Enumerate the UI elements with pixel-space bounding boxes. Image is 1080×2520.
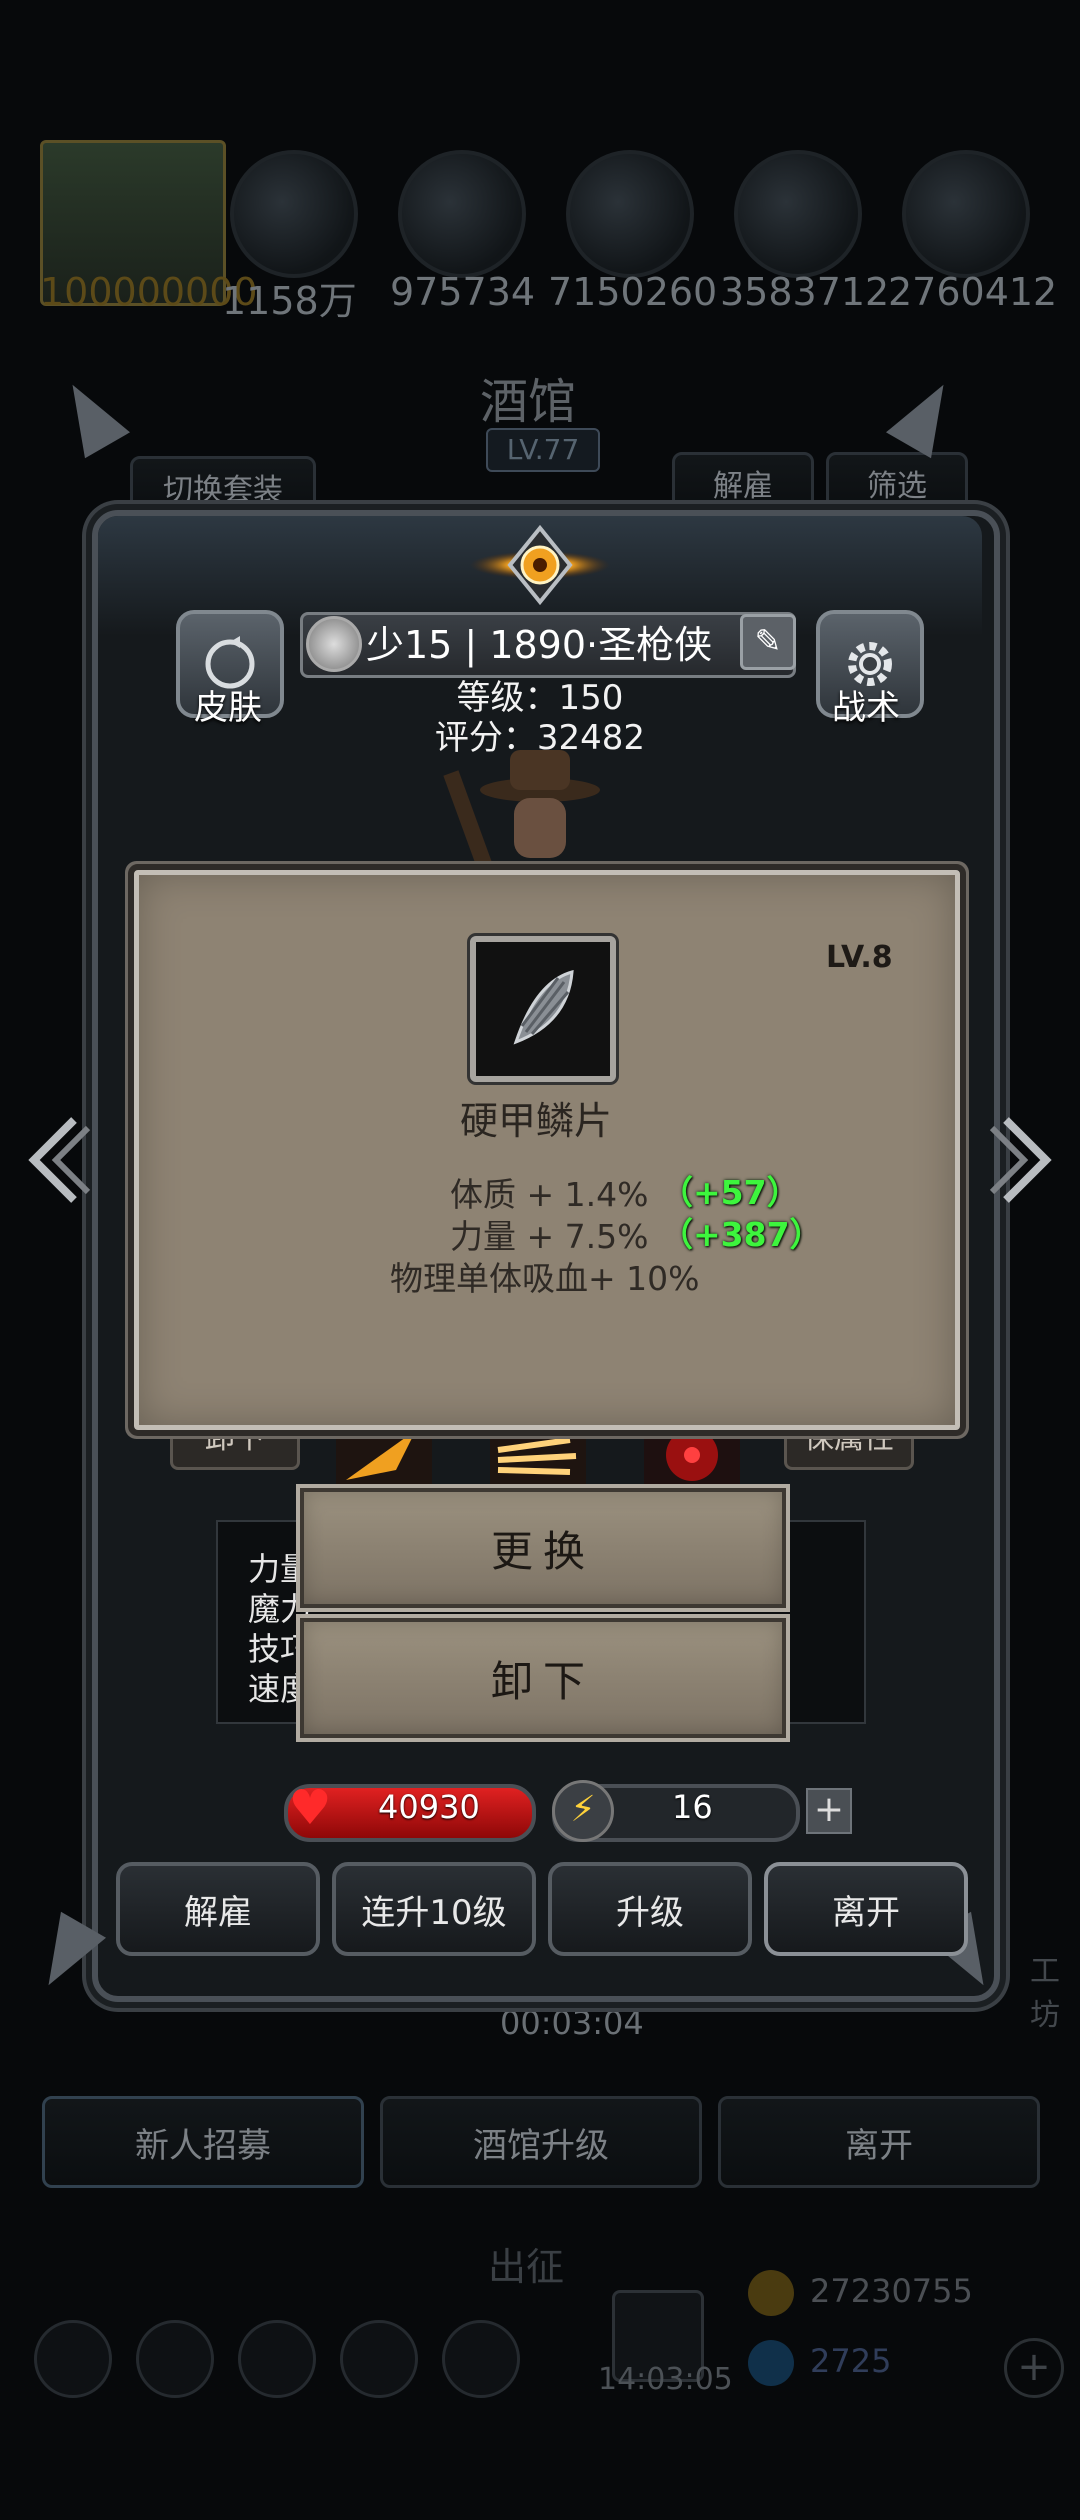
resource-value: 3583712 xyxy=(720,270,890,314)
dismiss-button[interactable]: 解雇 xyxy=(116,1862,320,1956)
unequip-button[interactable]: 卸下 xyxy=(300,1618,786,1738)
gold-value: 27230755 xyxy=(810,2272,973,2310)
replace-button[interactable]: 更换 xyxy=(300,1488,786,1608)
resource-icon xyxy=(734,150,862,278)
resource-value: 1158万 xyxy=(222,279,357,323)
side-label[interactable]: 工坊 xyxy=(1030,1946,1080,2034)
tavern-level: LV.77 xyxy=(486,428,600,472)
menu-circle-icon[interactable] xyxy=(238,2320,316,2398)
prev-arrow-icon[interactable] xyxy=(14,1110,94,1210)
item-attr-bonus: （+387） xyxy=(660,1215,823,1254)
item-attr-bonus: （+57） xyxy=(660,1173,800,1212)
item-level: LV.8 xyxy=(826,940,893,975)
gold-icon xyxy=(748,2270,794,2316)
gem-icon xyxy=(748,2340,794,2386)
next-arrow-icon[interactable] xyxy=(986,1110,1066,1210)
resource-icon xyxy=(566,150,694,278)
item-slot xyxy=(470,936,616,1082)
dismiss-top-button[interactable]: 解雇 xyxy=(672,452,814,514)
resource-value: 975734 xyxy=(390,270,536,314)
menu-circle-icon[interactable] xyxy=(340,2320,418,2398)
emblem-icon xyxy=(470,524,610,606)
skill-target-icon[interactable] xyxy=(644,1420,740,1490)
leave-button[interactable]: 离开 xyxy=(764,1862,968,1956)
hero-figure xyxy=(443,750,600,870)
heart-icon: ♥ xyxy=(288,1780,332,1836)
skill-slash-icon[interactable] xyxy=(336,1420,432,1490)
resource-value: 7150260 xyxy=(548,270,718,314)
hero-name: 少15 | 1890·圣枪侠 xyxy=(366,623,713,667)
lightning-icon: ⚡ xyxy=(552,1780,614,1842)
medal-icon xyxy=(306,616,362,672)
recruit-button[interactable]: 新人招募 xyxy=(42,2096,364,2188)
item-attr: 力量 + 7.5% xyxy=(450,1217,649,1256)
filter-button[interactable]: 筛选 xyxy=(826,452,968,514)
menu-circle-icon[interactable] xyxy=(442,2320,520,2398)
menu-circle-icon[interactable] xyxy=(34,2320,112,2398)
tavern-title: 酒馆 xyxy=(480,374,577,430)
add-energy-button[interactable]: + xyxy=(806,1788,852,1834)
edit-name-icon[interactable]: ✎ xyxy=(740,614,796,670)
item-attr: 物理单体吸血+ 10% xyxy=(390,1259,700,1298)
item-attr: 体质 + 1.4% xyxy=(450,1175,649,1214)
expedition-label[interactable]: 出征 xyxy=(488,2236,564,2291)
resource-icon xyxy=(230,150,358,278)
clock-text: 14:03:05 xyxy=(598,2362,733,2397)
hp-value: 40930 xyxy=(378,1788,480,1826)
upgrade-10-button[interactable]: 连升10级 xyxy=(332,1862,536,1956)
leave-bg-button[interactable]: 离开 xyxy=(718,2096,1040,2188)
resource-value: 2760412 xyxy=(888,270,1058,314)
switch-outfit-button[interactable]: 切换套装 xyxy=(130,456,316,518)
recruit-timer: 00:03:04 xyxy=(500,2004,644,2042)
add-icon[interactable]: + xyxy=(1004,2338,1064,2398)
resource-icon xyxy=(902,150,1030,278)
energy-value: 16 xyxy=(672,1788,713,1826)
menu-circle-icon[interactable] xyxy=(136,2320,214,2398)
tavern-upgrade-button[interactable]: 酒馆升级 xyxy=(380,2096,702,2188)
upgrade-button[interactable]: 升级 xyxy=(548,1862,752,1956)
skill-bullets-icon[interactable] xyxy=(490,1420,586,1490)
gem-value: 2725 xyxy=(810,2342,892,2380)
armor-scale-icon xyxy=(513,969,574,1045)
resource-icon xyxy=(398,150,526,278)
item-name: 硬甲鳞片 xyxy=(460,1099,613,1143)
